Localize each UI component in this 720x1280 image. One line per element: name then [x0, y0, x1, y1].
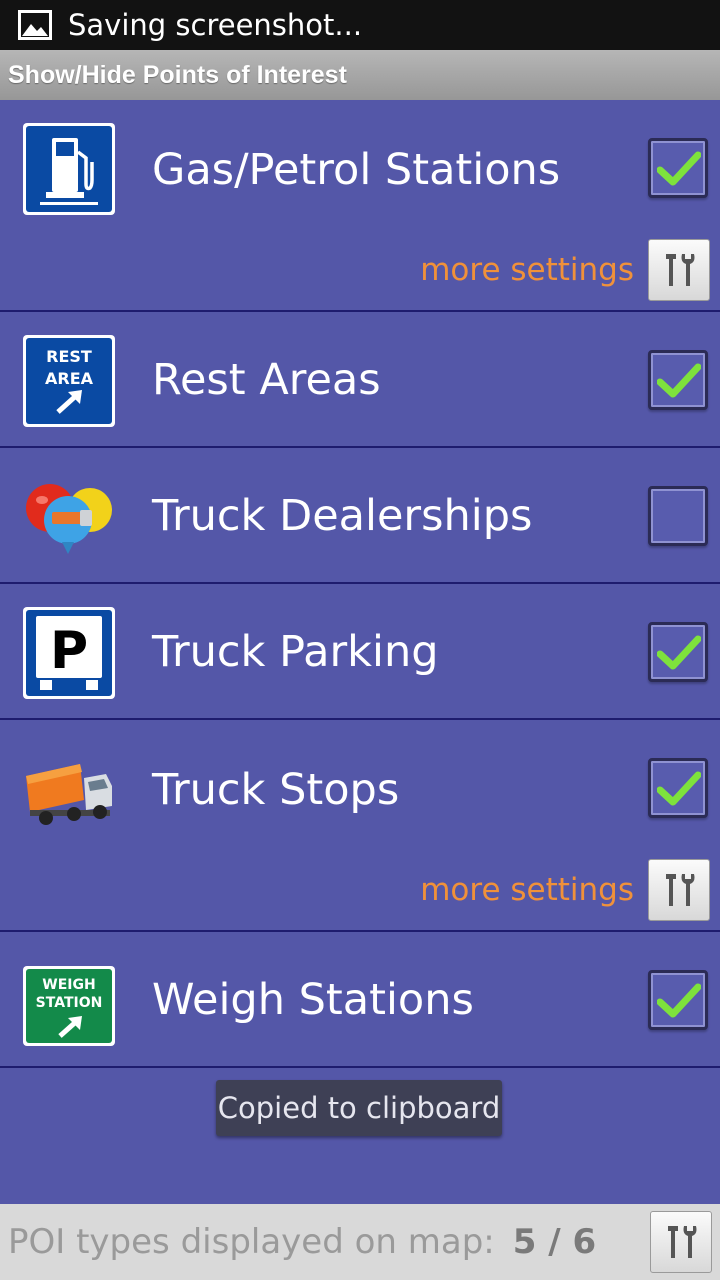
- checkbox-truck-parking[interactable]: [648, 622, 708, 682]
- settings-button-gas-stations[interactable]: [648, 239, 710, 301]
- checkmark-icon: [657, 635, 701, 670]
- footer-bar: POI types displayed on map: 5 / 6: [0, 1204, 720, 1280]
- footer-label: POI types displayed on map:: [8, 1222, 495, 1262]
- settings-button-truck-stops[interactable]: [648, 859, 710, 921]
- dealership-balloons-icon: [26, 484, 112, 554]
- truck-parking-icon: P: [23, 607, 115, 699]
- list-item-label: Rest Areas: [152, 355, 381, 405]
- checkmark-icon: [657, 151, 701, 186]
- tools-icon: [666, 254, 695, 286]
- checkbox-rest-areas[interactable]: [648, 350, 708, 410]
- list-item-label: Gas/Petrol Stations: [152, 145, 561, 195]
- poi-count: 5 / 6: [512, 1222, 597, 1262]
- svg-text:P: P: [50, 621, 88, 681]
- svg-text:STATION: STATION: [36, 995, 103, 1011]
- rest-area-icon: REST AREA: [23, 335, 115, 427]
- checkmark-icon: [657, 771, 701, 806]
- checkmark-icon: [657, 983, 701, 1018]
- page-title: Show/Hide Points of Interest: [0, 50, 720, 100]
- list-item-truck-parking[interactable]: P Truck Parking: [0, 584, 720, 720]
- checkmark-icon: [657, 363, 701, 398]
- image-icon: [18, 10, 52, 40]
- global-settings-button[interactable]: [650, 1211, 712, 1273]
- list-item-label: Weigh Stations: [152, 975, 474, 1025]
- weigh-station-icon: WEIGH STATION: [23, 966, 115, 1046]
- toast-message: Copied to clipboard: [216, 1080, 502, 1136]
- tools-icon: [666, 874, 695, 906]
- list-item-truck-dealerships[interactable]: Truck Dealerships: [0, 448, 720, 584]
- checkbox-truck-dealerships[interactable]: [648, 486, 708, 546]
- checkbox-gas-stations[interactable]: [648, 138, 708, 198]
- checkbox-truck-stops[interactable]: [648, 758, 708, 818]
- list-item-gas-stations[interactable]: Gas/Petrol Stations more settings: [0, 100, 720, 312]
- poi-list: Gas/Petrol Stations more settings REST A…: [0, 100, 720, 1068]
- gas-station-icon: [23, 123, 115, 215]
- status-text: Saving screenshot...: [68, 8, 363, 42]
- truck-icon: [26, 764, 112, 825]
- list-item-rest-areas[interactable]: REST AREA Rest Areas: [0, 312, 720, 448]
- svg-text:REST: REST: [46, 347, 92, 366]
- svg-text:WEIGH: WEIGH: [42, 977, 95, 993]
- tools-icon: [668, 1226, 697, 1258]
- status-bar: Saving screenshot...: [0, 0, 720, 50]
- list-item-weigh-stations[interactable]: WEIGH STATION Weigh Stations: [0, 932, 720, 1068]
- list-item-label: Truck Stops: [152, 765, 400, 815]
- list-item-label: Truck Parking: [152, 627, 439, 677]
- svg-text:AREA: AREA: [45, 369, 94, 388]
- more-settings-link[interactable]: more settings: [420, 252, 634, 288]
- list-item-truck-stops[interactable]: Truck Stops more settings: [0, 720, 720, 932]
- list-item-label: Truck Dealerships: [152, 491, 533, 541]
- more-settings-link[interactable]: more settings: [420, 872, 634, 908]
- checkbox-weigh-stations[interactable]: [648, 970, 708, 1030]
